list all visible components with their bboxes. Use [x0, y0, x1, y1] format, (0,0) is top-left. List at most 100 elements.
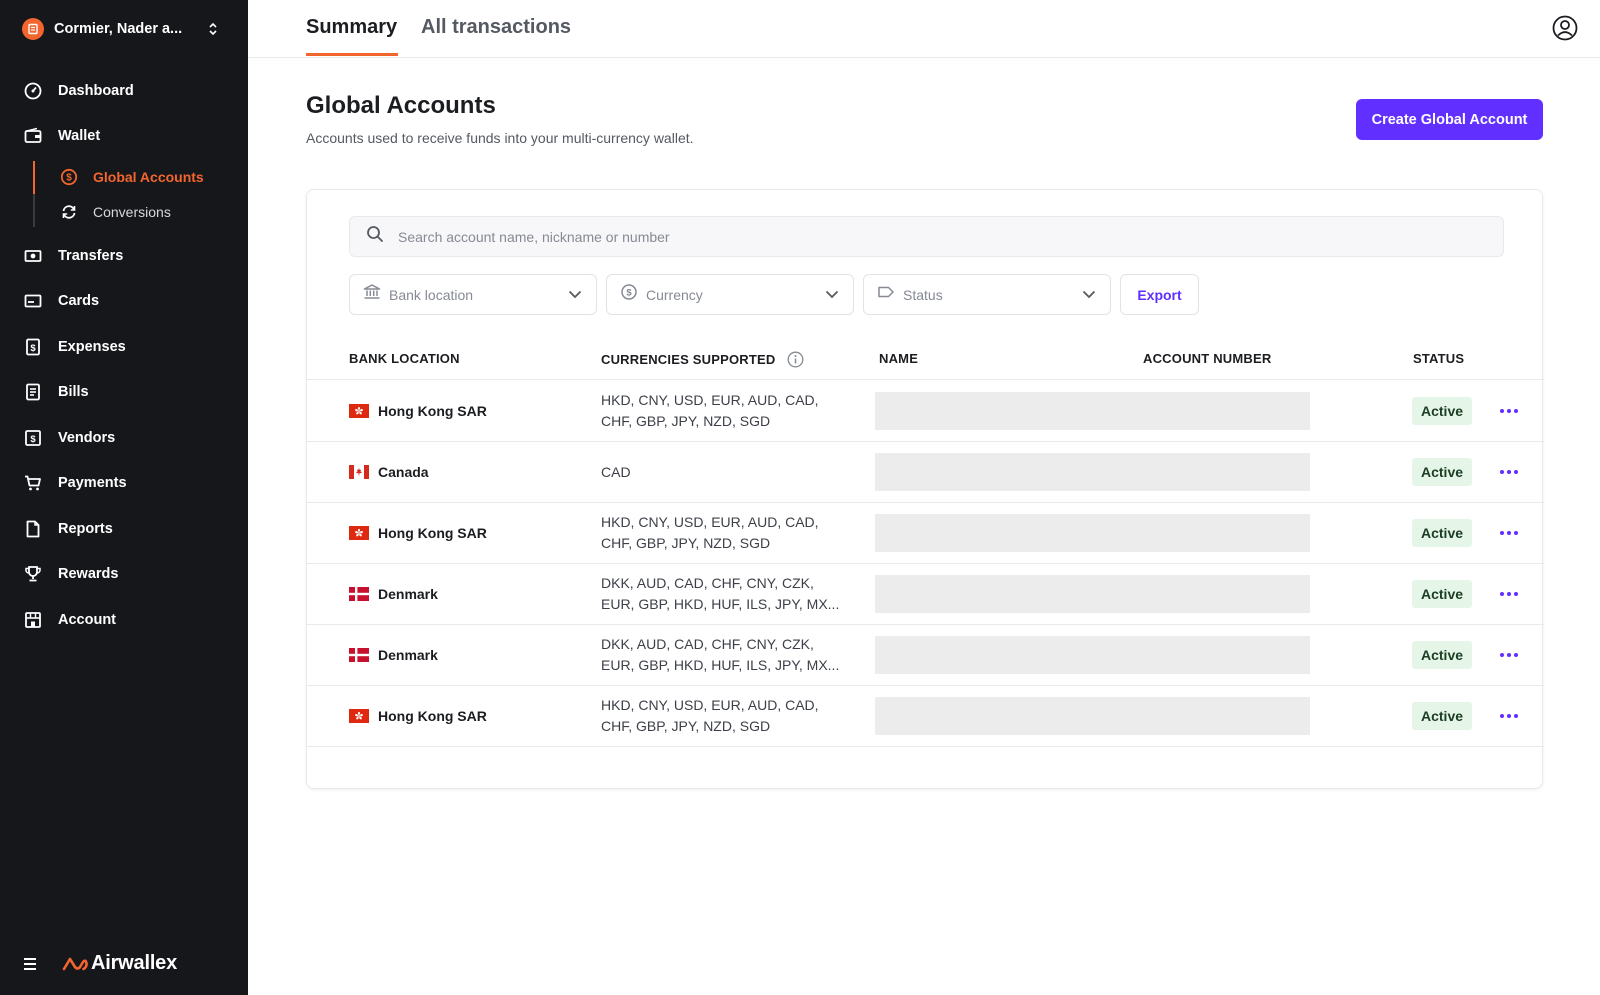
status-badge: Active [1412, 519, 1473, 547]
nav-item-dashboard[interactable]: Dashboard [0, 68, 248, 114]
info-icon[interactable] [787, 351, 804, 368]
chevron-down-icon [1082, 286, 1096, 304]
currencies-cell: CAD [601, 463, 631, 480]
airwallex-logo: Airwallex [62, 952, 177, 975]
bill-icon [24, 383, 42, 401]
nav-label: Wallet [58, 128, 101, 145]
bank-location-cell: Hong Kong SAR [349, 686, 487, 746]
active-tab-indicator [306, 53, 398, 56]
status-filter[interactable]: Status [863, 274, 1111, 315]
column-currencies: CURRENCIES SUPPORTED [601, 351, 804, 368]
column-status[interactable]: STATUS [1413, 351, 1464, 366]
redacted-name-and-account-number [875, 697, 1310, 735]
nav-label: Payments [58, 475, 127, 492]
currency-filter[interactable]: $ Currency [606, 274, 854, 315]
currencies-cell: DKK, AUD, CAD, CHF, CNY, CZK, EUR, GBP, … [601, 575, 840, 612]
nav-label: Cards [58, 293, 100, 310]
vendor-icon: $ [24, 429, 42, 447]
bank-location-filter[interactable]: Bank location [349, 274, 597, 315]
more-options-icon[interactable] [1497, 462, 1521, 482]
nav-item-vendors[interactable]: $ Vendors [0, 415, 248, 461]
nav-item-expenses[interactable]: $ Expenses [0, 324, 248, 370]
table-row[interactable]: Denmark DKK, AUD, CAD, CHF, CNY, CZK, EU… [307, 564, 1544, 625]
org-switcher[interactable]: Cormier, Nader a... [0, 0, 248, 58]
nav-item-payments[interactable]: Payments [0, 461, 248, 507]
tab-summary[interactable]: Summary [306, 16, 397, 39]
chevron-up-down-icon [198, 22, 228, 36]
dollar-circle-icon: $ [620, 283, 638, 306]
nav-item-transfers[interactable]: Transfers [0, 233, 248, 279]
nav-item-cards[interactable]: Cards [0, 279, 248, 325]
nav-label: Bills [58, 384, 89, 401]
storefront-icon [24, 611, 42, 629]
table-row[interactable]: Hong Kong SAR HKD, CNY, USD, EUR, AUD, C… [307, 381, 1544, 442]
dollar-circle-icon: $ [60, 168, 78, 186]
refresh-icon [60, 203, 78, 221]
nav-item-account[interactable]: Account [0, 597, 248, 643]
bank-icon [363, 283, 381, 306]
more-options-icon[interactable] [1497, 584, 1521, 604]
more-options-icon[interactable] [1497, 706, 1521, 726]
nav-item-rewards[interactable]: Rewards [0, 552, 248, 598]
more-options-icon[interactable] [1497, 401, 1521, 421]
export-button[interactable]: Export [1120, 274, 1199, 315]
user-profile-icon[interactable] [1552, 15, 1578, 41]
more-options-icon[interactable] [1497, 523, 1521, 543]
column-name[interactable]: NAME [879, 351, 918, 366]
tab-all-transactions[interactable]: All transactions [421, 16, 571, 39]
top-bar: Summary All transactions [248, 0, 1600, 58]
brand-name: Airwallex [91, 952, 178, 974]
main-nav: Dashboard Wallet $ Global Accounts Conve… [0, 68, 248, 643]
bank-location-cell: Hong Kong SAR [349, 381, 487, 441]
table-row[interactable]: Denmark DKK, AUD, CAD, CHF, CNY, CZK, EU… [307, 625, 1544, 686]
search-input[interactable] [398, 228, 1478, 245]
column-account-number[interactable]: ACCOUNT NUMBER [1143, 351, 1271, 366]
more-options-icon[interactable] [1497, 645, 1521, 665]
trophy-icon [24, 565, 42, 583]
nav-item-bills[interactable]: Bills [0, 370, 248, 416]
status-badge: Active [1412, 397, 1473, 425]
nav-label: Expenses [58, 338, 126, 355]
create-global-account-button[interactable]: Create Global Account [1356, 99, 1543, 140]
bank-location-text: Hong Kong SAR [378, 708, 487, 724]
table-row[interactable]: Hong Kong SAR HKD, CNY, USD, EUR, AUD, C… [307, 503, 1544, 564]
page-subtitle: Accounts used to receive funds into your… [306, 130, 694, 146]
currencies-cell: DKK, AUD, CAD, CHF, CNY, CZK, EUR, GBP, … [601, 636, 840, 673]
svg-text:$: $ [66, 172, 72, 183]
table-row[interactable]: Hong Kong SAR HKD, CNY, USD, EUR, AUD, C… [307, 686, 1544, 747]
hamburger-menu-icon[interactable] [24, 955, 42, 973]
banknote-icon [24, 247, 42, 265]
svg-text:$: $ [626, 288, 632, 299]
org-name: Cormier, Nader a... [54, 21, 183, 37]
sidebar-footer: Airwallex [24, 952, 177, 975]
flag-hk-icon [349, 404, 378, 418]
nav-item-reports[interactable]: Reports [0, 506, 248, 552]
nav-label: Rewards [58, 566, 119, 583]
bank-location-cell: Canada [349, 442, 429, 502]
tag-icon [877, 283, 895, 306]
bank-location-text: Denmark [378, 586, 438, 602]
nav-label: Transfers [58, 247, 124, 264]
table-header: BANK LOCATION CURRENCIES SUPPORTED NAME … [307, 340, 1544, 380]
nav-label: Global Accounts [93, 168, 204, 185]
currencies-cell: HKD, CNY, USD, EUR, AUD, CAD, CHF, GBP, … [601, 514, 819, 551]
nav-item-wallet[interactable]: Wallet [0, 114, 248, 160]
nav-item-conversions[interactable]: Conversions [33, 194, 248, 229]
nav-label: Reports [58, 520, 113, 537]
bank-location-text: Hong Kong SAR [378, 525, 487, 541]
nav-label: Conversions [93, 203, 171, 220]
search-box[interactable] [349, 216, 1504, 257]
flag-dk-icon [349, 587, 378, 601]
bank-location-text: Canada [378, 464, 429, 480]
table-row[interactable]: Canada CAD Active [307, 442, 1544, 503]
column-bank-location[interactable]: BANK LOCATION [349, 351, 460, 366]
document-icon [24, 520, 42, 538]
search-icon [366, 225, 384, 248]
status-badge: Active [1412, 641, 1473, 669]
building-icon [22, 18, 44, 40]
status-badge: Active [1412, 580, 1473, 608]
redacted-name-and-account-number [875, 453, 1310, 491]
nav-label: Dashboard [58, 82, 134, 99]
nav-item-global-accounts[interactable]: $ Global Accounts [33, 159, 248, 194]
flag-dk-icon [349, 648, 378, 662]
